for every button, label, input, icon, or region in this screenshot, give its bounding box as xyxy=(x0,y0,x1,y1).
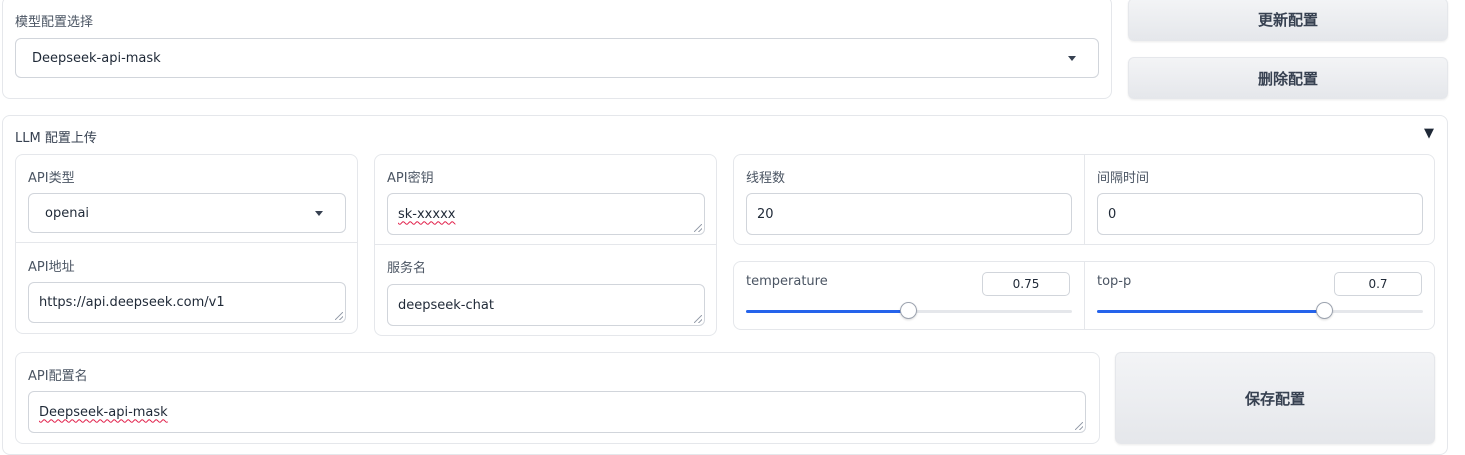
delete-config-button[interactable]: 删除配置 xyxy=(1128,57,1448,99)
top-p-slider-fill xyxy=(1097,310,1326,313)
top-p-slider-thumb[interactable] xyxy=(1316,302,1334,319)
config-name-group: API配置名 Deepseek-api-mask xyxy=(15,352,1100,444)
model-select-dropdown[interactable]: Deepseek-api-mask xyxy=(15,38,1099,78)
api-type-dropdown[interactable]: openai xyxy=(28,193,346,233)
service-name-input[interactable]: deepseek-chat xyxy=(387,284,705,326)
temperature-label: temperature xyxy=(746,274,828,289)
llm-upload-title: LLM 配置上传 xyxy=(15,131,97,146)
temperature-slider-thumb[interactable] xyxy=(900,302,917,319)
model-select-label: 模型配置选择 xyxy=(15,15,94,30)
api-url-input[interactable]: https://api.deepseek.com/v1 xyxy=(28,282,346,323)
config-name-value: Deepseek-api-mask xyxy=(39,404,168,420)
top-p-slider[interactable] xyxy=(1097,302,1423,319)
resize-handle-icon[interactable] xyxy=(694,315,702,323)
sliders-group: temperature 0.75 top-p 0.7 xyxy=(733,261,1435,330)
config-name-label: API配置名 xyxy=(28,369,88,384)
update-config-button[interactable]: 更新配置 xyxy=(1128,0,1448,41)
interval-value: 0 xyxy=(1108,206,1117,222)
group-divider xyxy=(16,242,357,243)
config-name-input[interactable]: Deepseek-api-mask xyxy=(28,391,1086,433)
threads-label: 线程数 xyxy=(746,171,786,186)
save-config-button[interactable]: 保存配置 xyxy=(1115,352,1435,444)
api-key-group: API密钥 sk-xxxxx 服务名 deepseek-chat xyxy=(374,154,717,336)
resize-handle-icon[interactable] xyxy=(335,312,343,320)
resize-handle-icon[interactable] xyxy=(1075,422,1083,430)
group-divider xyxy=(1084,262,1085,329)
collapse-toggle-icon[interactable]: ▼ xyxy=(1424,126,1434,141)
interval-input[interactable]: 0 xyxy=(1097,193,1423,235)
chevron-down-icon xyxy=(315,211,323,216)
service-name-value: deepseek-chat xyxy=(398,297,494,313)
interval-label: 间隔时间 xyxy=(1097,171,1150,186)
model-select-panel: 模型配置选择 Deepseek-api-mask xyxy=(2,0,1112,99)
api-type-value: openai xyxy=(45,205,90,221)
chevron-down-icon xyxy=(1068,56,1076,61)
group-divider xyxy=(375,244,716,245)
top-p-number-input[interactable]: 0.7 xyxy=(1334,272,1422,296)
api-type-label: API类型 xyxy=(28,171,75,186)
model-select-value: Deepseek-api-mask xyxy=(32,50,161,66)
threads-interval-group: 线程数 20 间隔时间 0 xyxy=(733,154,1435,245)
group-divider xyxy=(1084,155,1085,244)
temperature-slider-fill xyxy=(746,310,909,313)
service-name-label: 服务名 xyxy=(387,261,427,276)
api-key-label: API密钥 xyxy=(387,171,434,186)
api-key-input[interactable]: sk-xxxxx xyxy=(387,193,705,235)
temperature-number-input[interactable]: 0.75 xyxy=(982,272,1070,296)
threads-value: 20 xyxy=(757,206,774,222)
resize-handle-icon[interactable] xyxy=(694,224,702,232)
top-p-label: top-p xyxy=(1097,274,1132,289)
threads-input[interactable]: 20 xyxy=(746,193,1072,235)
api-key-value: sk-xxxxx xyxy=(398,206,456,222)
temperature-slider[interactable] xyxy=(746,302,1072,319)
api-url-value: https://api.deepseek.com/v1 xyxy=(39,295,225,310)
api-url-label: API地址 xyxy=(28,260,75,275)
api-type-group: API类型 openai API地址 https://api.deepseek.… xyxy=(15,154,358,334)
